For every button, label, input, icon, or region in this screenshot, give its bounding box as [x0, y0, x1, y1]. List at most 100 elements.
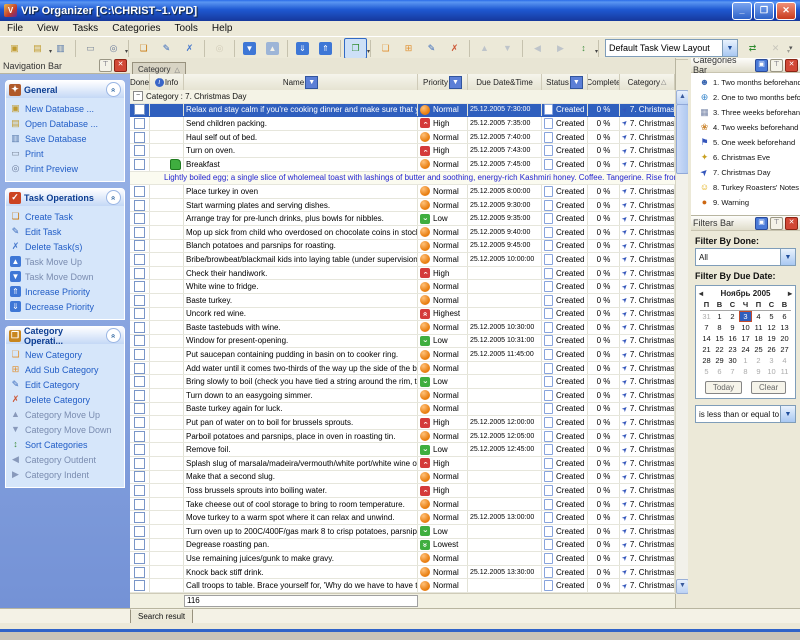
- nav-item-increase-priority[interactable]: ⇑Increase Priority: [10, 284, 122, 299]
- done-checkbox[interactable]: [134, 308, 145, 319]
- calendar-day[interactable]: 9: [726, 322, 739, 333]
- category-view-button[interactable]: ❐▾: [344, 38, 367, 59]
- delete-task-button[interactable]: ✗: [178, 38, 201, 59]
- calendar-day[interactable]: 25: [752, 344, 765, 355]
- task-row[interactable]: Window for present-opening.‹Low25.12.200…: [130, 335, 675, 349]
- nav-item-add-sub-category[interactable]: ⊞Add Sub Category: [10, 362, 122, 377]
- vertical-scrollbar[interactable]: ▲ ▼: [675, 90, 689, 594]
- task-row[interactable]: Blanch potatoes and parsnips for roastin…: [130, 240, 675, 254]
- print-preview-button[interactable]: ◎▾: [102, 38, 125, 59]
- task-row[interactable]: Turn oven up to 200C/400F/gas mark 8 to …: [130, 525, 675, 539]
- task-row[interactable]: Use remaining juices/gunk to make gravy.…: [130, 552, 675, 566]
- task-row[interactable]: Move turkey to a warm spot where it can …: [130, 511, 675, 525]
- calendar-next-icon[interactable]: ▸: [788, 289, 792, 298]
- category-item-4-two-weeks-beforehand[interactable]: ❀4. Two weeks beforehand: [691, 120, 800, 135]
- done-checkbox[interactable]: [134, 512, 145, 523]
- edit-category-button[interactable]: ✎: [420, 38, 443, 59]
- done-checkbox[interactable]: [134, 499, 145, 510]
- task-row[interactable]: Mop up sick from child who overdosed on …: [130, 226, 675, 240]
- calendar-day[interactable]: 26: [765, 344, 778, 355]
- calendar-day[interactable]: 9: [752, 366, 765, 377]
- done-checkbox[interactable]: [134, 403, 145, 414]
- done-checkbox[interactable]: [134, 390, 145, 401]
- calendar-day[interactable]: 8: [739, 366, 752, 377]
- close-icon[interactable]: ✕: [785, 59, 798, 72]
- menu-file[interactable]: File: [0, 21, 30, 36]
- category-item-5-one-week-beforehand[interactable]: ⚑5. One week beforehand: [691, 135, 800, 150]
- done-checkbox[interactable]: [134, 471, 145, 482]
- calendar-day[interactable]: 7: [700, 322, 713, 333]
- done-checkbox[interactable]: [134, 431, 145, 442]
- menu-tools[interactable]: Tools: [168, 21, 205, 36]
- menu-categories[interactable]: Categories: [105, 21, 167, 36]
- column-header-complete[interactable]: Complete: [588, 74, 620, 90]
- task-row[interactable]: Relax and stay calm if you're cooking di…: [130, 104, 675, 118]
- new-database-button[interactable]: ▣: [3, 38, 26, 59]
- calendar-day[interactable]: 17: [739, 333, 752, 344]
- task-row[interactable]: Put pan of water on to boil for brussels…: [130, 416, 675, 430]
- done-checkbox[interactable]: [134, 159, 145, 170]
- done-checkbox[interactable]: [134, 553, 145, 564]
- filter-dropdown-icon[interactable]: ▼: [449, 76, 462, 89]
- done-checkbox[interactable]: [134, 322, 145, 333]
- collapse-chevron-icon[interactable]: «: [106, 82, 121, 97]
- done-checkbox[interactable]: [134, 268, 145, 279]
- done-checkbox[interactable]: [134, 363, 145, 374]
- restore-button[interactable]: ❐: [754, 2, 774, 20]
- clear-button[interactable]: Clear: [751, 381, 786, 394]
- calendar-day[interactable]: 4: [778, 355, 791, 366]
- sort-categories-button[interactable]: ↕▾: [572, 38, 595, 59]
- close-icon[interactable]: ✕: [114, 59, 127, 72]
- calendar-day[interactable]: 14: [700, 333, 713, 344]
- task-row[interactable]: Turn on oven.‹High25.12.2005 7:43:00Crea…: [130, 144, 675, 158]
- column-header-priority[interactable]: Priority▼: [418, 74, 468, 90]
- calendar-day[interactable]: 10: [739, 322, 752, 333]
- new-category-button[interactable]: ❏: [374, 38, 397, 59]
- calendar-day[interactable]: 18: [752, 333, 765, 344]
- task-row[interactable]: Make that a second slug.NormalCreated0 %…: [130, 471, 675, 485]
- category-item-1-two-months-beforehand[interactable]: ☻1. Two months beforehand: [691, 75, 800, 90]
- done-checkbox[interactable]: [134, 240, 145, 251]
- collapse-chevron-icon[interactable]: «: [106, 328, 121, 343]
- calendar-day[interactable]: 27: [778, 344, 791, 355]
- calendar-day[interactable]: 15: [713, 333, 726, 344]
- calendar-day[interactable]: 3: [765, 355, 778, 366]
- nav-item-edit-category[interactable]: ✎Edit Category: [10, 377, 122, 392]
- category-item-3-three-weeks-beforehand[interactable]: ▦3. Three weeks beforehand: [691, 105, 800, 120]
- menu-help[interactable]: Help: [205, 21, 240, 36]
- task-row[interactable]: Bring slowly to boil (check you have tie…: [130, 375, 675, 389]
- column-header-category[interactable]: Category△: [620, 74, 675, 90]
- today-button[interactable]: Today: [705, 381, 742, 394]
- calendar-day[interactable]: 31: [700, 311, 713, 322]
- task-row[interactable]: Baste turkey.NormalCreated0 %➤7. Christm…: [130, 294, 675, 308]
- task-row[interactable]: Uncork red wine.«HighestCreated0 %➤7. Ch…: [130, 308, 675, 322]
- nav-item-create-task[interactable]: ❏Create Task: [10, 209, 122, 224]
- window-icon[interactable]: ▣: [755, 59, 768, 72]
- search-result-tab[interactable]: Search result: [130, 609, 193, 624]
- calendar-day[interactable]: 30: [726, 355, 739, 366]
- calendar-day[interactable]: 8: [713, 322, 726, 333]
- task-view-layout-select[interactable]: Default Task View Layout▼: [605, 39, 738, 57]
- calendar-day[interactable]: 29: [713, 355, 726, 366]
- task-row[interactable]: Add water until it comes two-thirds of t…: [130, 362, 675, 376]
- done-checkbox[interactable]: [134, 254, 145, 265]
- task-row[interactable]: Start warming plates and serving dishes.…: [130, 199, 675, 213]
- task-row[interactable]: Turn down to an easygoing simmer.NormalC…: [130, 389, 675, 403]
- task-row[interactable]: Remove foil.‹Low25.12.2005 12:45:00Creat…: [130, 443, 675, 457]
- task-row[interactable]: Baste tastebuds with wine.Normal25.12.20…: [130, 321, 675, 335]
- pin-icon[interactable]: ⊤: [770, 217, 783, 230]
- decrease-priority-button[interactable]: ⇓: [291, 38, 314, 59]
- column-header-due-date-time[interactable]: Due Date&Time: [468, 74, 542, 90]
- calendar-day[interactable]: 10: [765, 366, 778, 377]
- category-item-6-christmas-eve[interactable]: ✦6. Christmas Eve: [691, 150, 800, 165]
- task-move-down-button[interactable]: ▼: [238, 38, 261, 59]
- calendar-day[interactable]: 1: [739, 355, 752, 366]
- column-header-status[interactable]: Status▼: [542, 74, 588, 90]
- task-row[interactable]: BreakfastNormal25.12.2005 7:45:00Created…: [130, 158, 675, 172]
- nav-item-new-database-[interactable]: ▣New Database ...: [10, 101, 122, 116]
- task-row[interactable]: Baste turkey again for luck.NormalCreate…: [130, 403, 675, 417]
- calendar-day[interactable]: 24: [739, 344, 752, 355]
- done-checkbox[interactable]: [134, 580, 145, 591]
- calendar-day[interactable]: 1: [713, 311, 726, 322]
- done-checkbox[interactable]: [134, 104, 145, 115]
